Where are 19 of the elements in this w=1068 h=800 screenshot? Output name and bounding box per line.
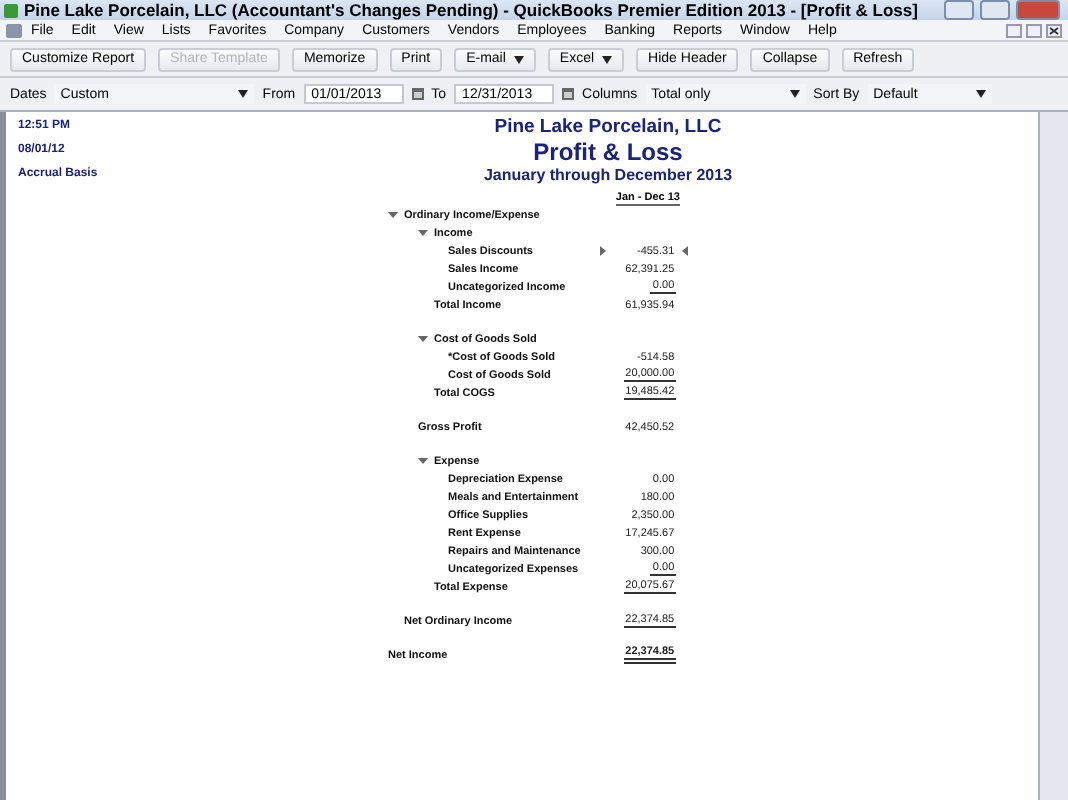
caret-icon	[602, 55, 613, 63]
collapse-triangle-icon[interactable]	[418, 456, 428, 466]
collapse-triangle-icon[interactable]	[418, 228, 428, 238]
caret-icon	[789, 90, 800, 98]
maximize-button[interactable]	[980, 0, 1010, 20]
report-period: January through December 2013	[483, 166, 733, 184]
window-title: Pine Lake Porcelain, LLC (Accountant's Changes Pending) - QuickBooks Premier Edition 2013 - [Profit & Loss]	[24, 0, 920, 20]
caret-icon	[975, 90, 986, 98]
minimize-button[interactable]	[944, 0, 974, 20]
window-controls-icon[interactable]	[1006, 23, 1062, 37]
collapse-triangle-icon[interactable]	[418, 334, 428, 344]
collapse-triangle-icon[interactable]	[388, 210, 398, 220]
calendar-icon[interactable]	[411, 88, 424, 100]
calendar-icon[interactable]	[562, 88, 575, 100]
report-title: Profit & Loss	[533, 138, 683, 166]
caret-icon	[513, 55, 524, 63]
row-pointer-icon	[680, 246, 691, 256]
company-name: Pine Lake Porcelain, LLC	[494, 116, 722, 138]
caret-icon	[238, 90, 249, 98]
